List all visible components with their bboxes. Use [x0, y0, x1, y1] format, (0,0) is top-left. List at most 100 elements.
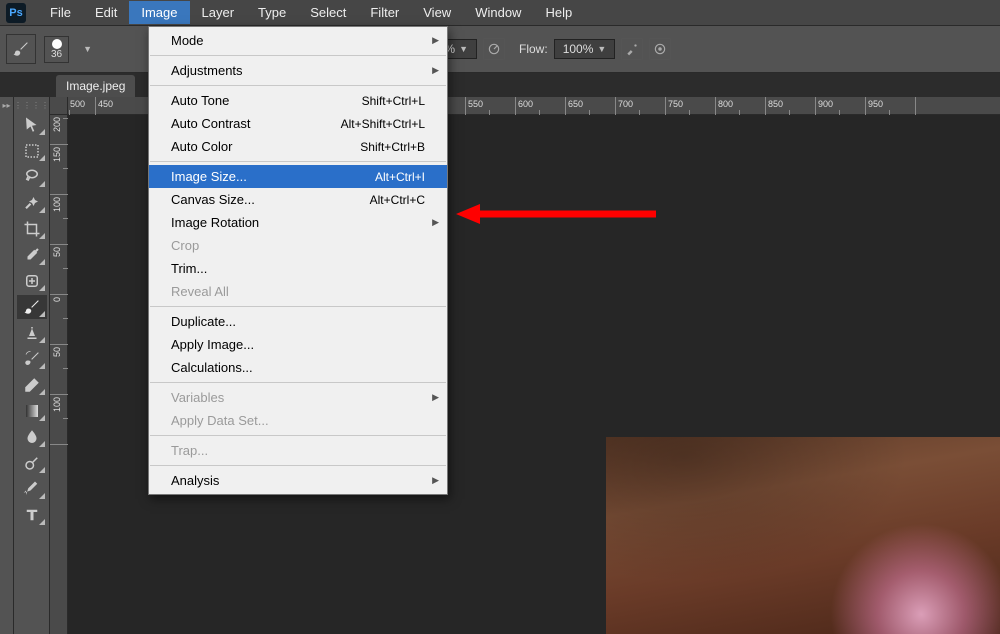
- tablet-pressure-size-icon[interactable]: [649, 38, 671, 60]
- document-title: Image.jpeg: [66, 79, 125, 93]
- menu-item-shortcut: Alt+Ctrl+C: [370, 193, 425, 207]
- tool-history-brush[interactable]: [17, 347, 47, 371]
- tool-eraser[interactable]: [17, 373, 47, 397]
- menu-item-label: Image Rotation: [171, 215, 259, 230]
- tablet-pressure-opacity-icon[interactable]: [483, 38, 505, 60]
- tool-clone-stamp[interactable]: [17, 321, 47, 345]
- menu-item-canvas-size[interactable]: Canvas Size... Alt+Ctrl+C: [149, 188, 447, 211]
- menu-item-shortcut: Shift+Ctrl+L: [362, 94, 425, 108]
- menu-item-label: Adjustments: [171, 63, 243, 78]
- tool-healing-brush[interactable]: [17, 269, 47, 293]
- menu-item-label: Trim...: [171, 261, 207, 276]
- menu-item-label: Auto Color: [171, 139, 232, 154]
- menu-item-image-rotation[interactable]: Image Rotation: [149, 211, 447, 234]
- ruler-tick: 650: [566, 97, 616, 115]
- flow-label: Flow:: [519, 42, 548, 56]
- menu-item-label: Reveal All: [171, 284, 229, 299]
- menu-item-adjustments[interactable]: Adjustments: [149, 59, 447, 82]
- ruler-tick: 550: [466, 97, 516, 115]
- menu-file[interactable]: File: [38, 1, 83, 24]
- menu-view[interactable]: View: [411, 1, 463, 24]
- ruler-origin[interactable]: [50, 97, 68, 115]
- menu-item-auto-tone[interactable]: Auto Tone Shift+Ctrl+L: [149, 89, 447, 112]
- ruler-tick: 0: [50, 295, 68, 345]
- brush-icon: [12, 40, 30, 58]
- menu-image[interactable]: Image: [129, 1, 189, 24]
- tool-dodge[interactable]: [17, 451, 47, 475]
- tool-brush[interactable]: [17, 295, 47, 319]
- flow-value-field[interactable]: 100%▼: [554, 39, 616, 59]
- chevron-down-icon[interactable]: ▼: [83, 44, 92, 54]
- tool-gradient[interactable]: [17, 399, 47, 423]
- menu-separator: [150, 306, 446, 307]
- menu-item-shortcut: Alt+Shift+Ctrl+L: [341, 117, 425, 131]
- menu-item-label: Variables: [171, 390, 224, 405]
- menu-item-image-size[interactable]: Image Size...Alt+Ctrl+I: [149, 165, 447, 188]
- menu-item-calculations[interactable]: Calculations...: [149, 356, 447, 379]
- menu-separator: [150, 465, 446, 466]
- menu-type[interactable]: Type: [246, 1, 298, 24]
- ruler-tick: 50: [50, 345, 68, 395]
- menu-item-trim[interactable]: Trim...: [149, 257, 447, 280]
- menu-item-label: Auto Contrast: [171, 116, 251, 131]
- menu-item-label: Apply Data Set...: [171, 413, 269, 428]
- menu-item-auto-color[interactable]: Auto Color Shift+Ctrl+B: [149, 135, 447, 158]
- menu-item-analysis[interactable]: Analysis: [149, 469, 447, 492]
- menu-item-crop: Crop: [149, 234, 447, 257]
- menu-bar: Ps File Edit Image Layer Type Select Fil…: [0, 0, 1000, 26]
- tool-pen[interactable]: [17, 477, 47, 501]
- menu-filter[interactable]: Filter: [358, 1, 411, 24]
- ruler-tick: 50: [50, 245, 68, 295]
- menu-item-label: Image Size...: [171, 169, 247, 184]
- menu-item-label: Crop: [171, 238, 199, 253]
- ruler-tick: 100: [50, 395, 68, 445]
- document-tab[interactable]: Image.jpeg: [56, 75, 135, 97]
- airbrush-icon[interactable]: [621, 38, 643, 60]
- tool-eyedropper[interactable]: [17, 243, 47, 267]
- ruler-tick: 100: [50, 195, 68, 245]
- ruler-tick: 700: [616, 97, 666, 115]
- menu-item-label: Auto Tone: [171, 93, 229, 108]
- brush-preset-thumbnail[interactable]: 36: [44, 36, 69, 63]
- menu-layer[interactable]: Layer: [190, 1, 247, 24]
- ruler-tick: 150: [50, 145, 68, 195]
- flow-control: Flow: 100%▼: [519, 38, 671, 60]
- menu-item-trap: Trap...: [149, 439, 447, 462]
- ruler-vertical[interactable]: 20015010050050100: [50, 115, 68, 634]
- menu-item-label: Canvas Size...: [171, 192, 255, 207]
- menu-item-shortcut: Shift+Ctrl+B: [360, 140, 425, 154]
- tool-crop[interactable]: [17, 217, 47, 241]
- panel-collapse-rail[interactable]: ▸▸: [0, 97, 14, 634]
- menu-image-dropdown: ModeAdjustmentsAuto ToneShift+Ctrl+LAuto…: [148, 26, 448, 495]
- menu-item-duplicate[interactable]: Duplicate...: [149, 310, 447, 333]
- menu-item-variables: Variables: [149, 386, 447, 409]
- menu-select[interactable]: Select: [298, 1, 358, 24]
- menu-separator: [150, 435, 446, 436]
- tool-preset-picker[interactable]: [6, 34, 36, 64]
- tool-magic-wand[interactable]: [17, 191, 47, 215]
- chevron-down-icon: ▼: [459, 44, 468, 54]
- tool-marquee[interactable]: [17, 139, 47, 163]
- tool-blur[interactable]: [17, 425, 47, 449]
- menu-item-label: Mode: [171, 33, 204, 48]
- menu-item-apply-image[interactable]: Apply Image...: [149, 333, 447, 356]
- menu-item-label: Analysis: [171, 473, 219, 488]
- menu-separator: [150, 55, 446, 56]
- menu-edit[interactable]: Edit: [83, 1, 129, 24]
- ruler-tick: 200: [50, 115, 68, 145]
- tools-panel: ⋮⋮⋮⋮: [14, 97, 50, 634]
- panel-grip-icon[interactable]: ⋮⋮⋮⋮: [14, 101, 49, 111]
- menu-item-auto-contrast[interactable]: Auto Contrast Alt+Shift+Ctrl+L: [149, 112, 447, 135]
- tool-move[interactable]: [17, 113, 47, 137]
- tool-text[interactable]: [17, 503, 47, 527]
- menu-help[interactable]: Help: [533, 1, 584, 24]
- menu-item-reveal-all: Reveal All: [149, 280, 447, 303]
- annotation-arrow: [456, 202, 656, 226]
- tool-lasso[interactable]: [17, 165, 47, 189]
- ruler-tick: 900: [816, 97, 866, 115]
- menu-item-label: Trap...: [171, 443, 208, 458]
- menu-item-apply-data-set: Apply Data Set...: [149, 409, 447, 432]
- menu-window[interactable]: Window: [463, 1, 533, 24]
- menu-item-mode[interactable]: Mode: [149, 29, 447, 52]
- flow-value: 100%: [563, 42, 594, 56]
